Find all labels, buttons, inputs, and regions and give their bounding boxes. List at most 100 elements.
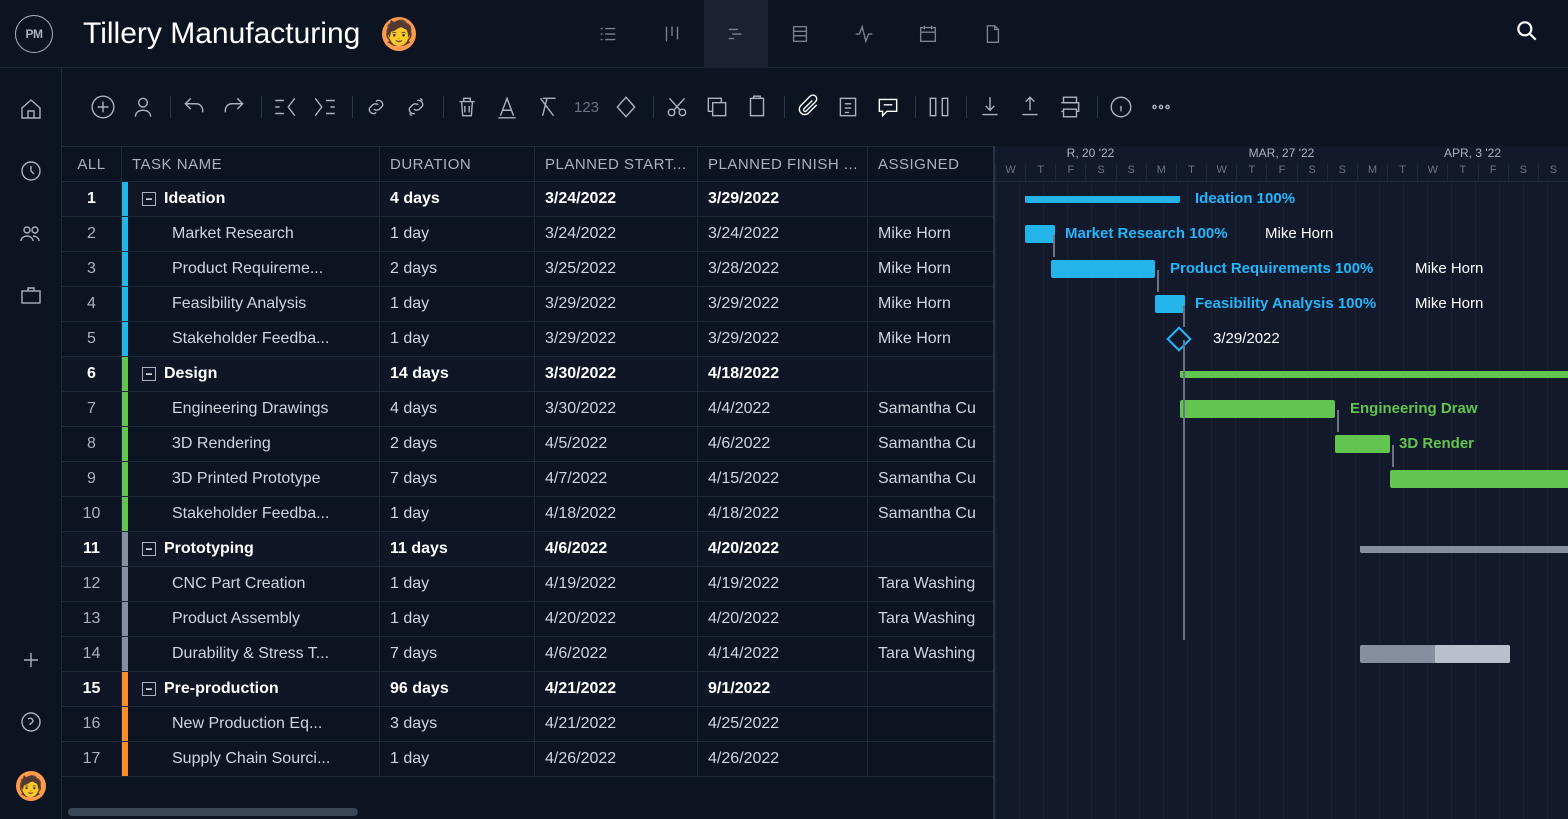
paste-icon[interactable] (744, 94, 770, 120)
col-assigned[interactable]: ASSIGNED (868, 147, 988, 181)
planned-start-cell[interactable]: 4/26/2022 (535, 742, 698, 776)
help-icon[interactable] (18, 709, 44, 735)
gantt-view-icon[interactable] (704, 0, 768, 68)
planned-finish-cell[interactable]: 4/14/2022 (698, 637, 868, 671)
assigned-cell[interactable]: Tara Washing (868, 602, 988, 636)
planned-start-cell[interactable]: 4/20/2022 (535, 602, 698, 636)
planned-start-cell[interactable]: 3/29/2022 (535, 287, 698, 321)
duration-cell[interactable]: 1 day (380, 567, 535, 601)
add-task-icon[interactable] (90, 94, 116, 120)
col-name[interactable]: TASK NAME (122, 147, 380, 181)
planned-finish-cell[interactable]: 4/18/2022 (698, 497, 868, 531)
task-name-cell[interactable]: Supply Chain Sourci... (122, 742, 380, 776)
more-icon[interactable] (1148, 94, 1174, 120)
task-name-cell[interactable]: Stakeholder Feedba... (122, 497, 380, 531)
milestone-icon[interactable] (613, 94, 639, 120)
comment-icon[interactable] (875, 94, 901, 120)
undo-icon[interactable] (181, 94, 207, 120)
assigned-cell[interactable]: Samantha Cu (868, 392, 988, 426)
collapse-icon[interactable]: − (142, 192, 156, 206)
unlink-icon[interactable] (403, 94, 429, 120)
planned-finish-cell[interactable]: 4/18/2022 (698, 357, 868, 391)
planned-finish-cell[interactable]: 3/24/2022 (698, 217, 868, 251)
duration-cell[interactable]: 2 days (380, 427, 535, 461)
assigned-cell[interactable] (868, 742, 988, 776)
gantt-bar-eng[interactable] (1180, 400, 1335, 418)
duration-cell[interactable]: 7 days (380, 462, 535, 496)
gantt-bar-preq[interactable] (1051, 260, 1155, 278)
task-row[interactable]: 17Supply Chain Sourci...1 day4/26/20224/… (62, 742, 993, 777)
duration-cell[interactable]: 1 day (380, 742, 535, 776)
copy-icon[interactable] (704, 94, 730, 120)
col-duration[interactable]: DURATION (380, 147, 535, 181)
briefcase-icon[interactable] (18, 282, 44, 308)
planned-finish-cell[interactable]: 3/29/2022 (698, 182, 868, 216)
task-name-cell[interactable]: New Production Eq... (122, 707, 380, 741)
task-name-cell[interactable]: Product Assembly (122, 602, 380, 636)
planned-finish-cell[interactable]: 4/4/2022 (698, 392, 868, 426)
info-icon[interactable] (1108, 94, 1134, 120)
task-row[interactable]: 13Product Assembly1 day4/20/20224/20/202… (62, 602, 993, 637)
assign-icon[interactable] (130, 94, 156, 120)
planned-start-cell[interactable]: 4/6/2022 (535, 532, 698, 566)
planned-finish-cell[interactable]: 3/29/2022 (698, 322, 868, 356)
planned-finish-cell[interactable]: 4/15/2022 (698, 462, 868, 496)
notes-icon[interactable] (835, 94, 861, 120)
planned-start-cell[interactable]: 4/5/2022 (535, 427, 698, 461)
assigned-cell[interactable] (868, 357, 988, 391)
duration-cell[interactable]: 96 days (380, 672, 535, 706)
number-format[interactable]: 123 (574, 99, 599, 116)
task-row[interactable]: 15−Pre-production96 days4/21/20229/1/202… (62, 672, 993, 707)
assigned-cell[interactable]: Mike Horn (868, 217, 988, 251)
columns-icon[interactable] (926, 94, 952, 120)
collapse-icon[interactable]: − (142, 682, 156, 696)
link-icon[interactable] (363, 94, 389, 120)
assigned-cell[interactable]: Mike Horn (868, 287, 988, 321)
col-planned-finish[interactable]: PLANNED FINISH ... (698, 147, 868, 181)
task-name-cell[interactable]: CNC Part Creation (122, 567, 380, 601)
planned-finish-cell[interactable]: 4/26/2022 (698, 742, 868, 776)
task-row[interactable]: 16New Production Eq...3 days4/21/20224/2… (62, 707, 993, 742)
assigned-cell[interactable] (868, 672, 988, 706)
planned-finish-cell[interactable]: 4/19/2022 (698, 567, 868, 601)
collapse-icon[interactable]: − (142, 367, 156, 381)
redo-icon[interactable] (221, 94, 247, 120)
duration-cell[interactable]: 2 days (380, 252, 535, 286)
assigned-cell[interactable] (868, 707, 988, 741)
import-icon[interactable] (977, 94, 1003, 120)
task-row[interactable]: 6−Design14 days3/30/20224/18/2022 (62, 357, 993, 392)
task-row[interactable]: 5Stakeholder Feedba...1 day3/29/20223/29… (62, 322, 993, 357)
grid-body[interactable]: 1−Ideation4 days3/24/20223/29/20222Marke… (62, 182, 993, 805)
outdent-icon[interactable] (272, 94, 298, 120)
gantt-bar-prototyping[interactable] (1360, 546, 1568, 553)
font-icon[interactable] (494, 94, 520, 120)
duration-cell[interactable]: 1 day (380, 287, 535, 321)
task-name-cell[interactable]: Product Requireme... (122, 252, 380, 286)
search-icon[interactable] (1514, 18, 1540, 49)
activity-view-icon[interactable] (832, 0, 896, 68)
planned-start-cell[interactable]: 4/21/2022 (535, 672, 698, 706)
collapse-icon[interactable]: − (142, 542, 156, 556)
planned-finish-cell[interactable]: 4/6/2022 (698, 427, 868, 461)
duration-cell[interactable]: 1 day (380, 497, 535, 531)
task-row[interactable]: 1−Ideation4 days3/24/20223/29/2022 (62, 182, 993, 217)
task-row[interactable]: 2Market Research1 day3/24/20223/24/2022M… (62, 217, 993, 252)
planned-start-cell[interactable]: 4/21/2022 (535, 707, 698, 741)
duration-cell[interactable]: 4 days (380, 392, 535, 426)
team-icon[interactable] (18, 220, 44, 246)
task-name-cell[interactable]: Durability & Stress T... (122, 637, 380, 671)
gantt-milestone[interactable] (1166, 326, 1191, 351)
task-row[interactable]: 4Feasibility Analysis1 day3/29/20223/29/… (62, 287, 993, 322)
assigned-cell[interactable]: Samantha Cu (868, 497, 988, 531)
task-row[interactable]: 7Engineering Drawings4 days3/30/20224/4/… (62, 392, 993, 427)
gantt-bar-rend[interactable] (1335, 435, 1390, 453)
duration-cell[interactable]: 3 days (380, 707, 535, 741)
planned-start-cell[interactable]: 4/6/2022 (535, 637, 698, 671)
gantt-bar-ideation[interactable] (1025, 196, 1180, 203)
planned-finish-cell[interactable]: 9/1/2022 (698, 672, 868, 706)
duration-cell[interactable]: 1 day (380, 322, 535, 356)
assigned-cell[interactable]: Mike Horn (868, 322, 988, 356)
task-name-cell[interactable]: −Prototyping (122, 532, 380, 566)
planned-start-cell[interactable]: 4/19/2022 (535, 567, 698, 601)
pm-logo[interactable]: PM (15, 15, 53, 53)
